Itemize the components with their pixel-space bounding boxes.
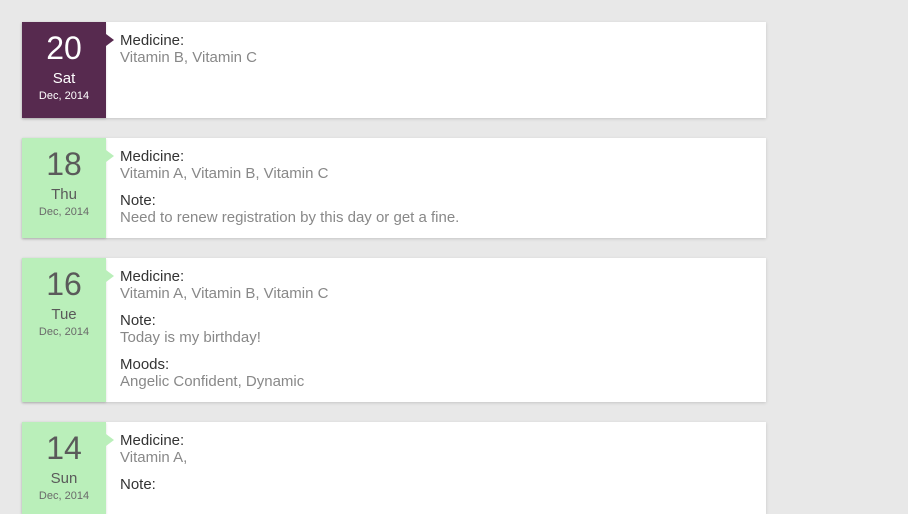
day-name: Sun	[51, 470, 78, 487]
entry-card[interactable]: 16 Tue Dec, 2014 Medicine: Vitamin A, Vi…	[22, 258, 766, 402]
medicine-label: Medicine:	[120, 268, 752, 285]
medicine-label: Medicine:	[120, 432, 752, 449]
entries-list: 20 Sat Dec, 2014 Medicine: Vitamin B, Vi…	[22, 22, 766, 514]
entry-card[interactable]: 20 Sat Dec, 2014 Medicine: Vitamin B, Vi…	[22, 22, 766, 118]
moods-value: Angelic Confident, Dynamic	[120, 373, 752, 390]
entry-card[interactable]: 14 Sun Dec, 2014 Medicine: Vitamin A, No…	[22, 422, 766, 514]
day-name: Sat	[53, 70, 76, 87]
day-number: 14	[46, 432, 82, 464]
day-number: 18	[46, 148, 82, 180]
moods-label: Moods:	[120, 356, 752, 373]
note-label: Note:	[120, 476, 752, 493]
note-label: Note:	[120, 312, 752, 329]
medicine-label: Medicine:	[120, 32, 752, 49]
note-value: Today is my birthday!	[120, 329, 752, 346]
day-name: Thu	[51, 186, 77, 203]
month-year: Dec, 2014	[39, 490, 89, 502]
day-number: 16	[46, 268, 82, 300]
day-name: Tue	[51, 306, 76, 323]
entry-content: Medicine: Vitamin A, Vitamin B, Vitamin …	[106, 258, 766, 402]
note-label: Note:	[120, 192, 752, 209]
date-box: 20 Sat Dec, 2014	[22, 22, 106, 118]
month-year: Dec, 2014	[39, 90, 89, 102]
entry-content: Medicine: Vitamin B, Vitamin C	[106, 22, 766, 118]
day-number: 20	[46, 32, 82, 64]
medicine-value: Vitamin A, Vitamin B, Vitamin C	[120, 165, 752, 182]
medicine-value: Vitamin B, Vitamin C	[120, 49, 752, 66]
date-box: 16 Tue Dec, 2014	[22, 258, 106, 402]
month-year: Dec, 2014	[39, 326, 89, 338]
entry-card[interactable]: 18 Thu Dec, 2014 Medicine: Vitamin A, Vi…	[22, 138, 766, 238]
entry-content: Medicine: Vitamin A, Note:	[106, 422, 766, 514]
note-value: Need to renew registration by this day o…	[120, 209, 752, 226]
medicine-label: Medicine:	[120, 148, 752, 165]
date-box: 18 Thu Dec, 2014	[22, 138, 106, 238]
medicine-value: Vitamin A, Vitamin B, Vitamin C	[120, 285, 752, 302]
month-year: Dec, 2014	[39, 206, 89, 218]
date-box: 14 Sun Dec, 2014	[22, 422, 106, 514]
entry-content: Medicine: Vitamin A, Vitamin B, Vitamin …	[106, 138, 766, 238]
medicine-value: Vitamin A,	[120, 449, 752, 466]
